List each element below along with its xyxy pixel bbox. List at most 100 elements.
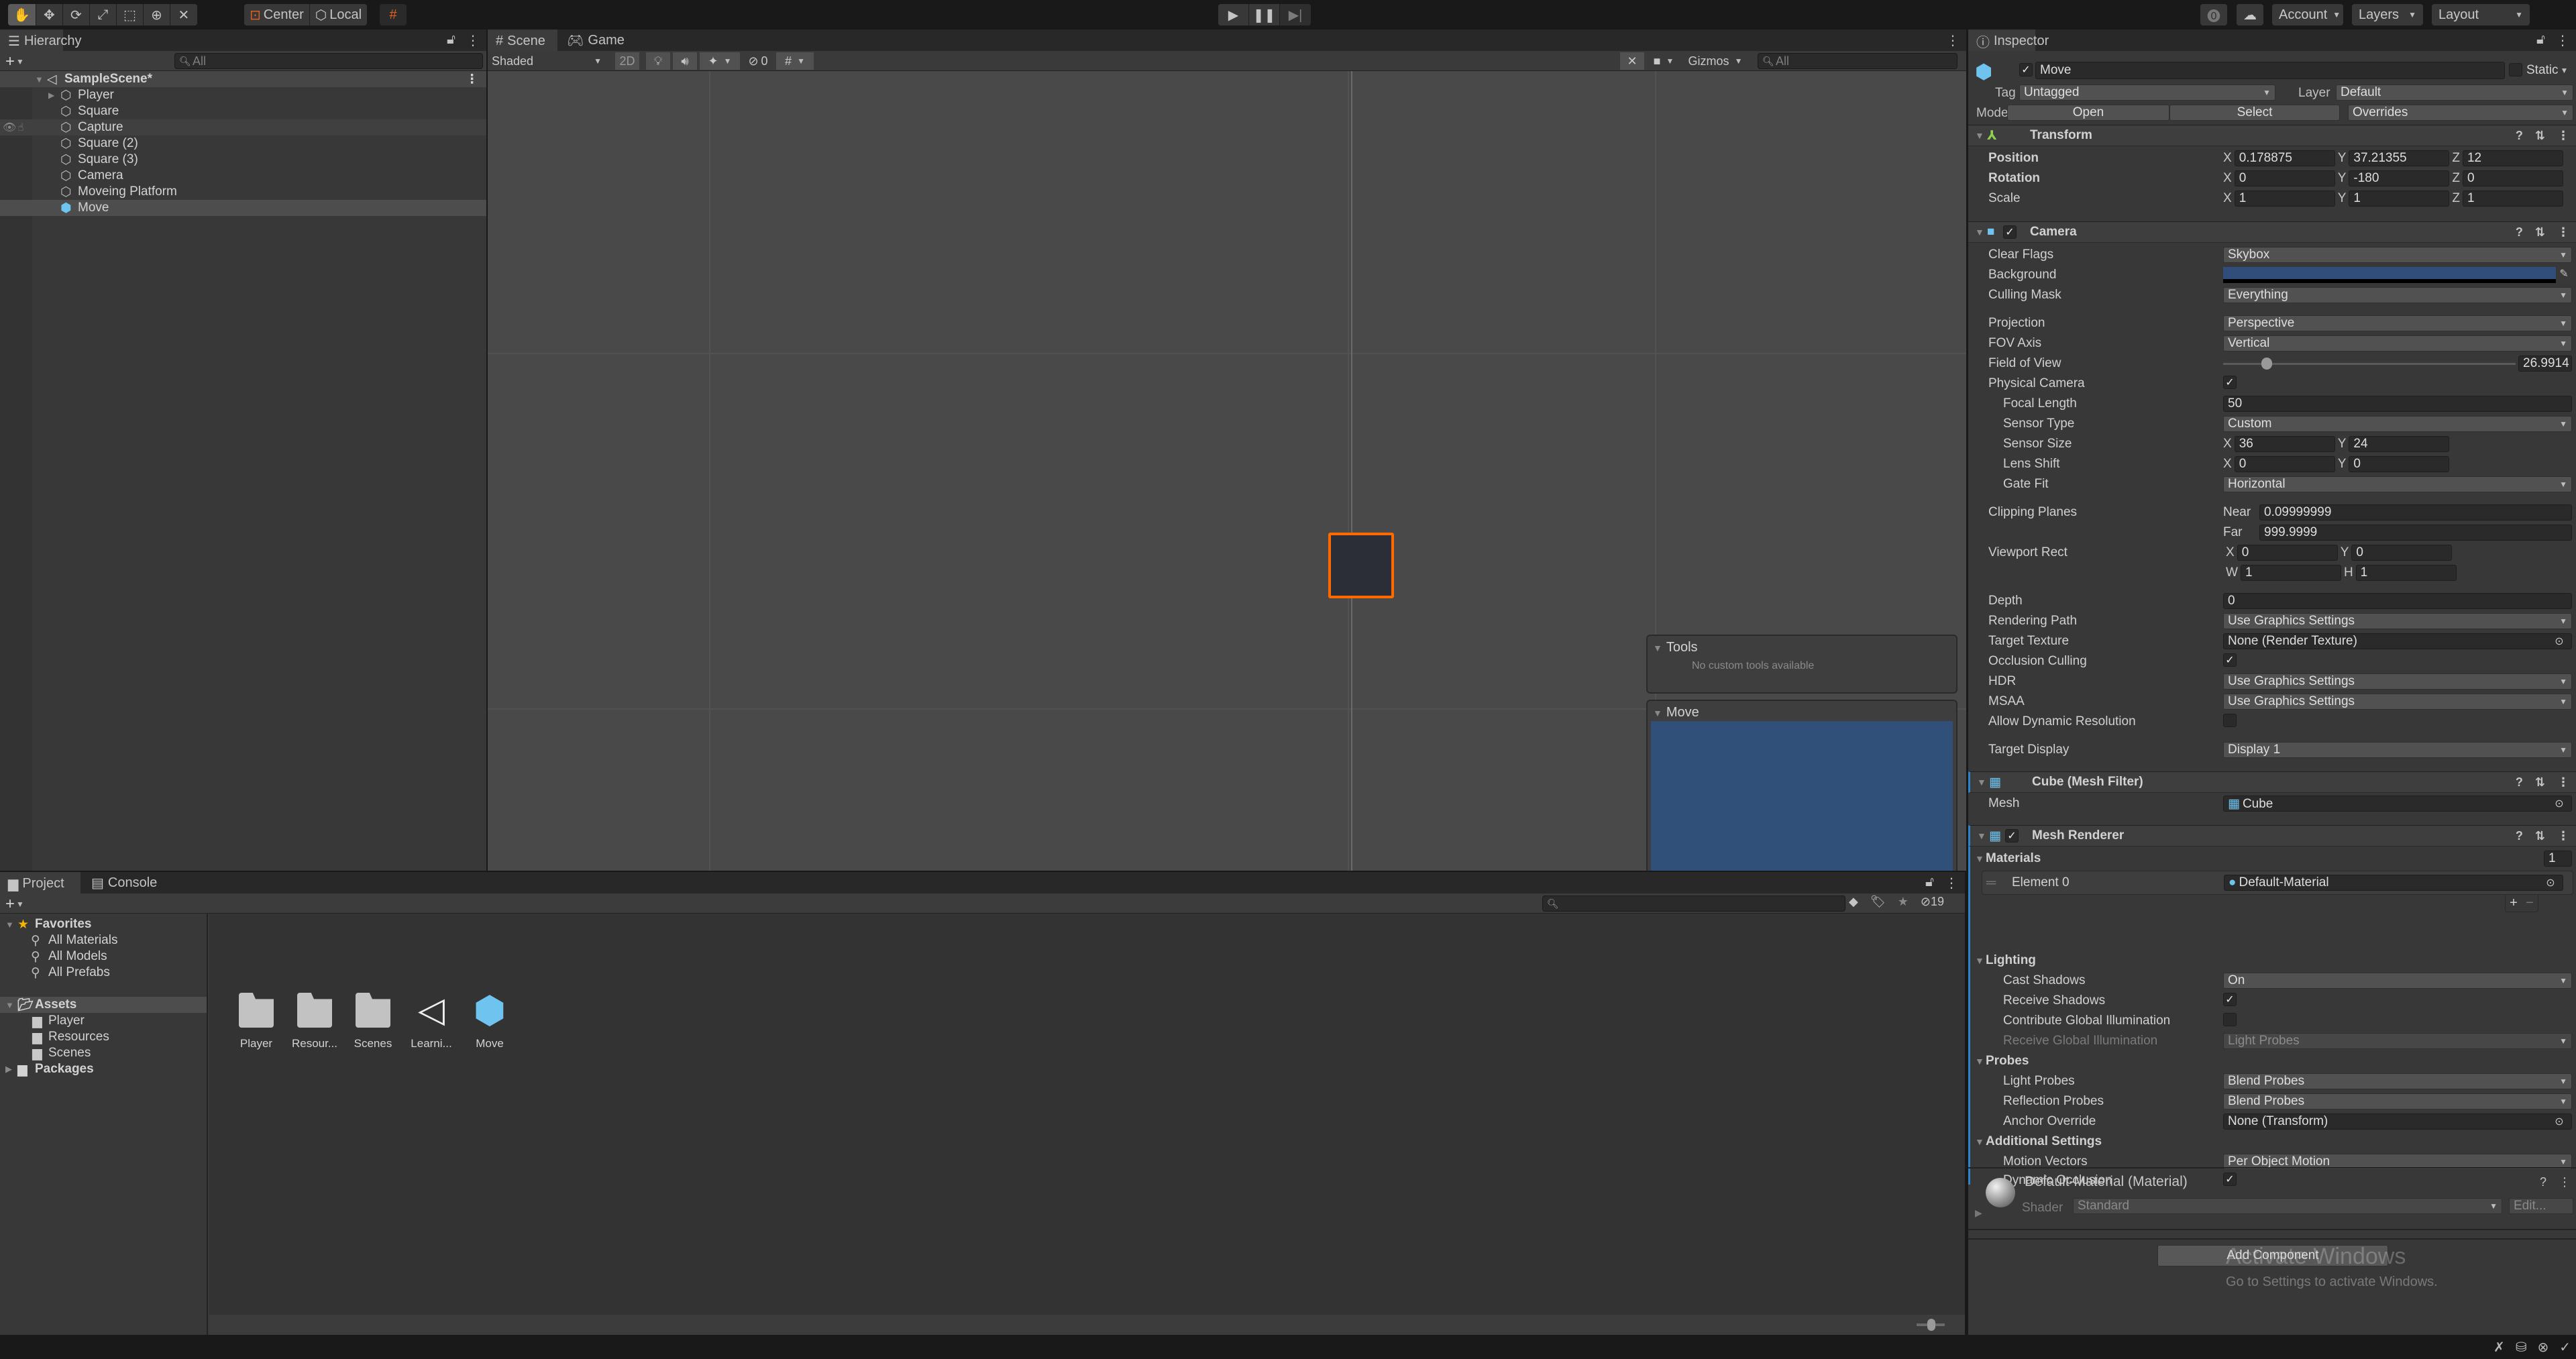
more-icon[interactable]: ⋮ — [1946, 32, 1960, 49]
tab-project[interactable]: ▆ Project — [0, 872, 80, 893]
select-button[interactable]: Select — [2169, 105, 2340, 121]
rect-tool-button[interactable]: ⬚ — [116, 4, 144, 25]
lock-icon[interactable]: 🔓︎ — [447, 32, 455, 49]
more-icon[interactable]: ⋮ — [2557, 829, 2569, 843]
collapse-arrow-icon[interactable]: ▼ — [5, 920, 14, 930]
object-name-input[interactable]: Move — [2035, 62, 2505, 79]
hierarchy-item[interactable]: 👁︎ ☝︎ ⬡ Capture — [0, 119, 486, 135]
tools-overlay-header[interactable]: ▼ Tools — [1653, 640, 1698, 655]
active-checkbox[interactable]: ✓ — [2019, 63, 2033, 76]
dropdown[interactable]: Display 1 ▼ — [2223, 742, 2572, 758]
axis-input[interactable]: 1 — [2234, 191, 2335, 207]
step-button[interactable]: ▶| — [1280, 4, 1311, 25]
asset-item[interactable]: Player — [229, 989, 283, 1050]
axis-input[interactable]: 0 — [2234, 456, 2335, 472]
pivot-mode-button[interactable]: ⊡ Center — [244, 4, 310, 25]
icon-size-slider-handle[interactable] — [1927, 1319, 1935, 1331]
dropdown[interactable]: Use Graphics Settings ▼ — [2223, 673, 2572, 690]
add-component-button[interactable]: Add Component — [2157, 1245, 2388, 1266]
favorites-row[interactable]: ▼ ★ Favorites — [0, 916, 207, 932]
axis-input[interactable]: 0 — [2462, 170, 2563, 186]
favorites-item[interactable]: ⚲ All Materials — [0, 932, 207, 948]
dropdown[interactable]: Light Probes ▼ — [2223, 1033, 2572, 1049]
axis-input[interactable]: 37.21355 — [2349, 150, 2450, 166]
hierarchy-item[interactable]: ⬢ Move — [0, 200, 486, 216]
hierarchy-item[interactable]: ⬡ Camera — [0, 168, 486, 184]
hidden-objects-toggle[interactable]: ⊘ 0 — [743, 52, 773, 70]
tools-toggle[interactable]: ✕ — [1620, 52, 1644, 70]
favorites-item[interactable]: ⚲ All Prefabs — [0, 965, 207, 981]
axis-input[interactable]: 0 — [2234, 170, 2335, 186]
collapse-arrow-icon[interactable]: ▼ — [1975, 955, 1984, 966]
grid-snap-button[interactable]: # — [380, 4, 407, 25]
2d-toggle[interactable]: 2D — [615, 52, 639, 70]
edit-shader-button[interactable]: Edit... — [2509, 1198, 2573, 1214]
overrides-dropdown[interactable]: Overrides ▼ — [2348, 105, 2573, 121]
materials-row[interactable]: ▼ Materials 1 — [1968, 849, 2576, 868]
lock-icon[interactable]: 🔓︎ — [1925, 875, 1934, 891]
axis-input[interactable]: 1 — [2462, 191, 2563, 207]
presets-icon[interactable]: ⇅ — [2535, 829, 2545, 843]
more-icon[interactable]: ⋮ — [2559, 1175, 2571, 1189]
asset-item[interactable]: Resour... — [288, 989, 341, 1050]
folder-item[interactable]: ▆ Resources — [0, 1029, 207, 1045]
axis-input[interactable]: 0.178875 — [2234, 150, 2335, 166]
more-icon[interactable]: ⋮ — [2556, 32, 2569, 49]
help-icon[interactable]: ? — [2516, 775, 2523, 790]
dropdown[interactable]: Everything ▼ — [2223, 287, 2572, 303]
scene-viewport[interactable]: ▼ Tools No custom tools available ▼ Move — [488, 71, 1966, 871]
selected-object[interactable] — [1328, 533, 1394, 598]
expand-arrow-icon[interactable]: ▶ — [5, 1064, 12, 1075]
status-ok-icon[interactable]: ✓ — [2559, 1339, 2571, 1356]
dropdown[interactable]: Vertical ▼ — [2223, 335, 2572, 351]
far-input[interactable]: 999.9999 — [2259, 525, 2572, 541]
checkbox[interactable] — [2223, 714, 2237, 727]
camera-enabled-checkbox[interactable]: ✓ — [2003, 225, 2017, 239]
color-swatch[interactable] — [2223, 267, 2556, 283]
collapse-arrow-icon[interactable]: ▼ — [1977, 777, 1986, 787]
favorites-item[interactable]: ⚲ All Models — [0, 948, 207, 965]
axis-input[interactable]: 36 — [2234, 436, 2335, 452]
expand-arrow-icon[interactable]: ▶ — [1975, 1207, 1982, 1219]
help-icon[interactable]: ? — [2516, 829, 2523, 843]
audio-toggle[interactable]: 🔊︎ — [673, 52, 697, 70]
fov-input[interactable]: 26.9914 — [2518, 356, 2572, 372]
asset-item[interactable]: Scenes — [346, 989, 400, 1050]
custom-tool-button[interactable]: ✕ — [170, 4, 197, 25]
collapse-arrow-icon[interactable]: ▼ — [1975, 130, 1984, 141]
more-icon[interactable]: ⋮ — [2557, 775, 2569, 790]
help-icon[interactable]: ? — [2540, 1175, 2546, 1189]
more-icon[interactable]: ⋮ — [1945, 875, 1958, 891]
cache-server-icon[interactable]: ⛁ — [2516, 1339, 2527, 1356]
lighting-toggle[interactable]: 💡︎ — [646, 52, 670, 70]
account-dropdown[interactable]: Account ▼ — [2272, 4, 2343, 25]
dropdown[interactable]: Use Graphics Settings ▼ — [2223, 613, 2572, 629]
project-search-input[interactable]: 🔍︎ — [1542, 895, 1845, 912]
fov-slider[interactable]: 26.9914 — [2223, 356, 2572, 372]
mesh-renderer-header[interactable]: ▼ ▦ ✓ Mesh Renderer ? ⇅ ⋮ — [1968, 825, 2576, 847]
dropdown[interactable]: Horizontal ▼ — [2223, 476, 2572, 492]
expand-arrow-icon[interactable]: ▼ — [35, 74, 44, 85]
asset-item[interactable]: ⬢ Move — [463, 989, 517, 1050]
prefab-icon[interactable]: ⬢ — [1975, 60, 1992, 84]
shading-mode-dropdown[interactable]: Shaded ▼ — [488, 52, 606, 70]
probes-section[interactable]: ▼ Probes — [1968, 1052, 2576, 1071]
background-color-field[interactable]: ✎ — [2223, 267, 2572, 283]
object-picker-icon[interactable]: ⊙ — [2542, 876, 2559, 889]
slider-handle[interactable] — [2261, 358, 2273, 370]
dropdown[interactable]: Use Graphics Settings ▼ — [2223, 694, 2572, 710]
axis-input[interactable]: 1 — [2240, 565, 2341, 581]
presets-icon[interactable]: ⇅ — [2535, 225, 2545, 239]
dropdown[interactable]: Skybox ▼ — [2223, 247, 2572, 263]
collapse-arrow-icon[interactable]: ▼ — [1977, 830, 1986, 841]
tab-inspector[interactable]: ⓘ Inspector — [1968, 30, 2049, 51]
static-dropdown[interactable]: Static ▼ — [2526, 63, 2568, 78]
scene-row[interactable]: ▼ ◁ SampleScene* ⋮ — [0, 71, 486, 87]
debug-off-icon[interactable]: ✗ — [2493, 1339, 2505, 1356]
additional-settings-section[interactable]: ▼ Additional Settings — [1968, 1132, 2576, 1151]
dropdown[interactable]: Custom ▼ — [2223, 416, 2572, 432]
collapse-arrow-icon[interactable]: ▼ — [1975, 1136, 1984, 1147]
filter-by-label-icon[interactable]: 🏷︎ — [1870, 895, 1886, 909]
hierarchy-item[interactable]: ⬡ Square (3) — [0, 152, 486, 168]
object-picker-icon[interactable]: ⊙ — [2551, 1115, 2567, 1128]
